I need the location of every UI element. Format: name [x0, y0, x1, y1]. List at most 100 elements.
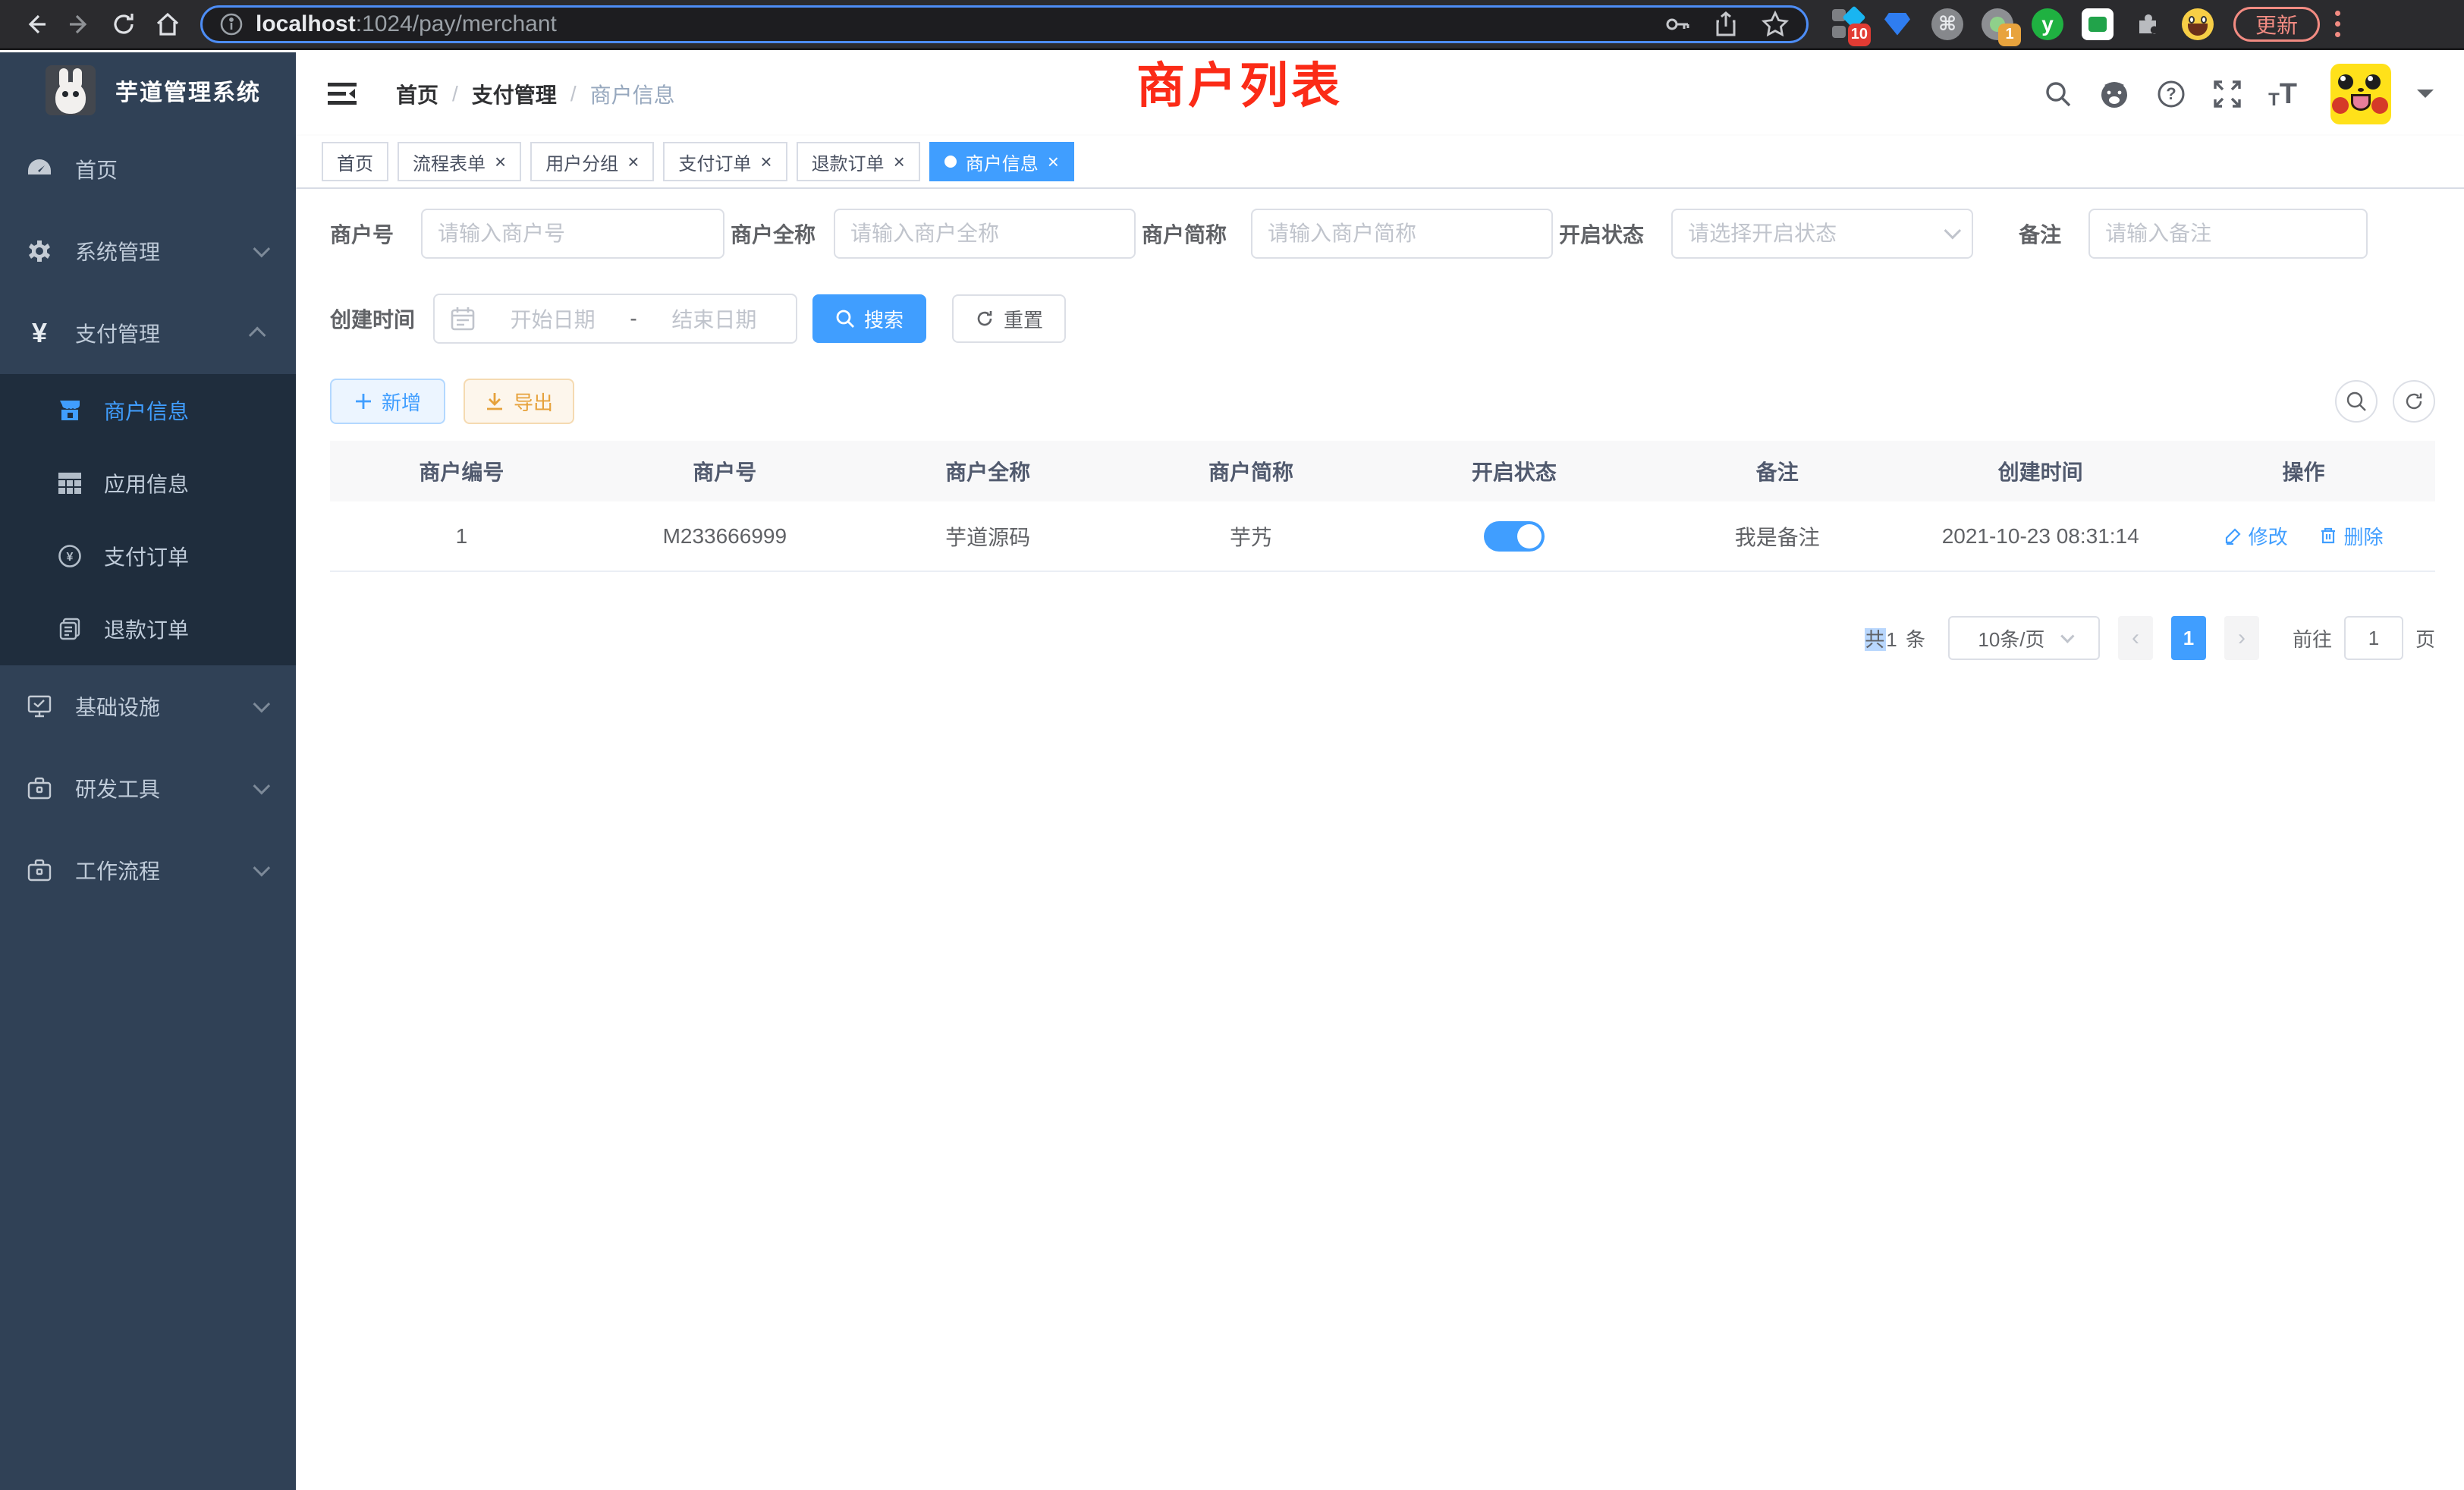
- annotation-merchant-list: 商户列表: [1136, 47, 1343, 117]
- site-info-icon[interactable]: [219, 12, 244, 36]
- sidebar-item-merchant[interactable]: 商户信息: [0, 374, 296, 447]
- sidebar-fold-button[interactable]: [326, 80, 358, 108]
- toolbox-icon: [27, 777, 52, 800]
- browser-toolbar: localhost:1024/pay/merchant 10 ⌘ 1 y: [0, 0, 2464, 50]
- chrome-update-button[interactable]: 更新: [2233, 7, 2320, 42]
- delete-link[interactable]: 删除: [2319, 522, 2383, 550]
- browser-back-button[interactable]: [14, 2, 58, 46]
- sidebar-item-home[interactable]: 首页: [0, 128, 296, 210]
- avatar-dropdown-caret[interactable]: [2417, 90, 2434, 106]
- extensions-puzzle-icon[interactable]: [2130, 7, 2165, 42]
- download-icon: [485, 391, 504, 411]
- remark-input[interactable]: [2088, 209, 2368, 259]
- sidebar-item-pay-order[interactable]: ¥ 支付订单: [0, 520, 296, 593]
- table-toolbar: 新增 导出: [330, 379, 2435, 424]
- col-header-create-time: 创建时间: [1909, 441, 2172, 501]
- search-icon: [835, 309, 855, 328]
- sidebar-item-workflow[interactable]: 工作流程: [0, 829, 296, 911]
- sidebar-item-label: 基础设施: [75, 691, 160, 721]
- extension-y-icon[interactable]: y: [2030, 7, 2065, 42]
- show-search-toggle-button[interactable]: [2335, 380, 2378, 423]
- reload-icon: [110, 11, 137, 38]
- reset-button[interactable]: 重置: [952, 294, 1066, 343]
- url-bar[interactable]: localhost:1024/pay/merchant: [200, 5, 1809, 43]
- extension-chat-icon[interactable]: [2080, 7, 2115, 42]
- sidebar-item-label: 商户信息: [104, 395, 189, 426]
- browser-home-button[interactable]: [146, 2, 190, 46]
- close-icon[interactable]: ×: [627, 152, 639, 171]
- sidebar-item-dev-tools[interactable]: 研发工具: [0, 747, 296, 829]
- date-range-picker[interactable]: 开始日期 - 结束日期: [433, 294, 797, 344]
- sidebar-item-app[interactable]: 应用信息: [0, 447, 296, 520]
- total-count: 共1 条: [1865, 624, 1927, 652]
- tab-home[interactable]: 首页: [322, 142, 388, 181]
- password-key-icon[interactable]: [1664, 11, 1691, 38]
- full-name-input[interactable]: [834, 209, 1136, 259]
- col-header-status: 开启状态: [1383, 441, 1646, 501]
- refresh-icon: [2403, 391, 2425, 412]
- sidebar-item-refund-order[interactable]: 退款订单: [0, 593, 296, 665]
- briefcase-icon: [27, 859, 52, 882]
- start-date-placeholder: 开始日期: [486, 303, 619, 334]
- extension-gem-icon[interactable]: [1880, 7, 1915, 42]
- page-content: 商户号 商户全称 商户简称 开启状态: [296, 189, 2464, 1490]
- status-toggle[interactable]: [1484, 521, 1545, 552]
- tab-refund-order[interactable]: 退款订单×: [797, 142, 920, 181]
- status-select[interactable]: [1671, 209, 1973, 259]
- browser-menu-button[interactable]: [2335, 11, 2340, 37]
- sidebar-item-pay[interactable]: ¥ 支付管理: [0, 292, 296, 374]
- merchant-no-label: 商户号: [330, 218, 394, 249]
- extension-clipboard-icon[interactable]: 10: [1830, 7, 1865, 42]
- github-icon[interactable]: [2098, 78, 2130, 110]
- breadcrumb: 首页 / 支付管理 / 商户信息: [396, 79, 675, 109]
- font-size-icon[interactable]: TT: [2268, 78, 2297, 111]
- sidebar-item-label: 工作流程: [75, 855, 160, 885]
- share-icon[interactable]: [1712, 11, 1740, 38]
- goto-page-input[interactable]: [2344, 616, 2403, 660]
- tab-flow-form[interactable]: 流程表单×: [398, 142, 521, 181]
- breadcrumb-pay[interactable]: 支付管理: [472, 79, 557, 109]
- close-icon[interactable]: ×: [1048, 152, 1059, 171]
- fullscreen-icon[interactable]: [2212, 79, 2242, 109]
- page-number-button[interactable]: 1: [2171, 616, 2206, 660]
- breadcrumb-home[interactable]: 首页: [396, 79, 438, 109]
- col-header-full-name: 商户全称: [856, 441, 1120, 501]
- cell-remark: 我是备注: [1645, 501, 1909, 571]
- sidebar-item-system[interactable]: 系统管理: [0, 210, 296, 292]
- tab-user-group[interactable]: 用户分组×: [530, 142, 654, 181]
- short-name-input[interactable]: [1251, 209, 1553, 259]
- prev-icon: ‹: [2132, 625, 2139, 651]
- search-button[interactable]: 搜索: [812, 294, 926, 343]
- browser-profile-avatar[interactable]: [2180, 7, 2215, 42]
- tab-pay-order[interactable]: 支付订单×: [663, 142, 787, 181]
- extension-badge: 10: [1848, 24, 1871, 46]
- browser-forward-button[interactable]: [58, 2, 102, 46]
- tab-merchant[interactable]: 商户信息×: [929, 142, 1074, 181]
- refresh-table-button[interactable]: [2393, 380, 2435, 423]
- extension-adguard-icon[interactable]: 1: [1980, 7, 2015, 42]
- edit-link[interactable]: 修改: [2224, 522, 2288, 550]
- bookmark-star-icon[interactable]: [1761, 10, 1790, 39]
- filter-row-2: 创建时间 开始日期 - 结束日期 搜索 重置: [330, 294, 2435, 344]
- close-icon[interactable]: ×: [760, 152, 772, 171]
- extension-command-icon[interactable]: ⌘: [1930, 7, 1965, 42]
- export-button[interactable]: 导出: [464, 379, 574, 424]
- chevron-down-icon: [253, 860, 271, 877]
- cell-status: [1383, 501, 1646, 571]
- user-avatar[interactable]: [2330, 64, 2391, 124]
- sidebar-item-infra[interactable]: 基础设施: [0, 665, 296, 747]
- page-size-select[interactable]: 10条/页: [1948, 616, 2100, 660]
- header-search-icon[interactable]: [2044, 80, 2073, 108]
- add-button[interactable]: 新增: [330, 379, 445, 424]
- close-icon[interactable]: ×: [495, 152, 506, 171]
- prev-page-button[interactable]: ‹: [2118, 616, 2153, 660]
- search-icon: [2346, 391, 2367, 412]
- help-icon[interactable]: ?: [2156, 79, 2186, 109]
- sidebar-logo[interactable]: 芋道管理系统: [0, 52, 296, 128]
- next-page-button[interactable]: ›: [2224, 616, 2259, 660]
- goto-label: 前往: [2293, 624, 2332, 652]
- merchant-no-input[interactable]: [421, 209, 724, 259]
- close-icon[interactable]: ×: [894, 152, 905, 171]
- dashboard-icon: [27, 158, 52, 181]
- browser-reload-button[interactable]: [102, 2, 146, 46]
